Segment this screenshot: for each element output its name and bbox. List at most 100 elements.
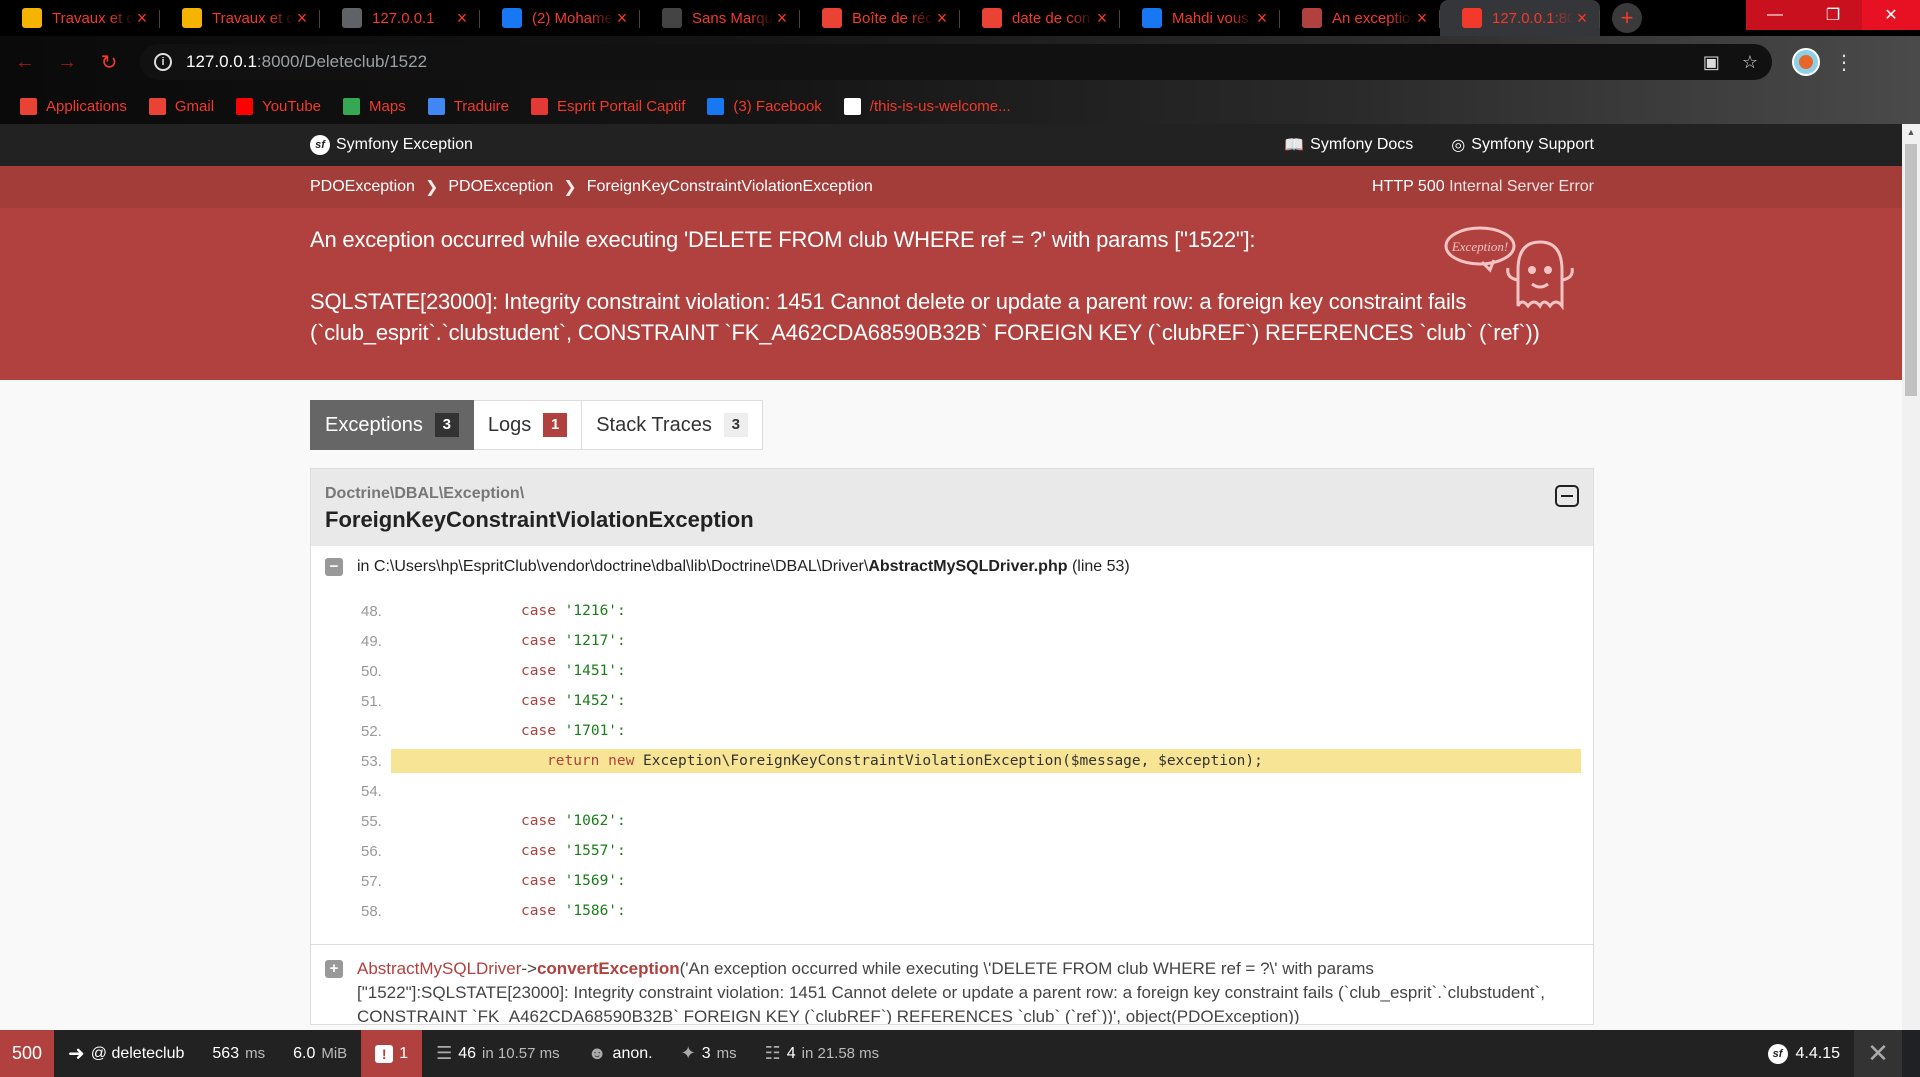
browser-menu-icon[interactable]: ⋮ (1834, 50, 1854, 75)
browser-tab[interactable]: Mahdi vous…× (1120, 0, 1280, 36)
new-tab-button[interactable]: + (1612, 3, 1642, 33)
site-info-icon[interactable]: i (154, 53, 172, 71)
plus-square-icon[interactable]: + (325, 960, 343, 978)
tab-logs[interactable]: Logs 1 (473, 400, 583, 450)
brand-title: Symfony Exception (336, 136, 473, 153)
exception-breadcrumb-row: PDOException ❯ PDOException ❯ ForeignKey… (0, 166, 1902, 208)
line-number: 57. (361, 872, 382, 890)
browser-tab[interactable]: Boîte de réc…× (800, 0, 960, 36)
close-tab-icon[interactable]: × (1414, 8, 1430, 29)
toolbar-twig[interactable]: ✦ 3 ms (667, 1030, 751, 1077)
browser-tab[interactable]: date de con…× (960, 0, 1120, 36)
minimize-button[interactable]: — (1746, 0, 1804, 30)
close-tab-icon[interactable]: × (614, 8, 630, 29)
errors-count: 1 (399, 1044, 409, 1062)
restore-button[interactable]: ❐ (1804, 0, 1862, 30)
trace-call-line[interactable]: + AbstractMySQLDriver->convertException(… (311, 944, 1593, 1024)
toolbar-version[interactable]: sf 4.4.15 (1767, 1043, 1854, 1064)
minus-square-icon[interactable]: − (325, 558, 343, 576)
code-keyword: case (521, 903, 556, 919)
bookmark-item[interactable]: /this-is-us-welcome... (843, 97, 1011, 115)
close-tab-icon[interactable]: × (454, 8, 470, 29)
reload-icon[interactable]: ↻ (92, 45, 126, 79)
trace-file-line-number: (line 53) (1071, 558, 1130, 575)
browser-tab[interactable]: An exception…× (1280, 0, 1440, 36)
bookmark-item[interactable]: Maps (343, 97, 406, 115)
close-window-button[interactable]: ✕ (1862, 0, 1920, 30)
tab-exceptions[interactable]: Exceptions 3 (310, 400, 474, 450)
browser-tab[interactable]: Travaux et d…× (160, 0, 320, 36)
close-tab-icon[interactable]: × (294, 8, 310, 29)
tab-count-badge: 3 (434, 413, 459, 437)
bookmark-label: Gmail (174, 97, 215, 115)
browser-tab[interactable]: Sans Marqu…× (640, 0, 800, 36)
bookmark-item[interactable]: YouTube (236, 97, 321, 115)
browser-tab[interactable]: Travaux et d…× (0, 0, 160, 36)
tab-stack-traces[interactable]: Stack Traces 3 (582, 400, 763, 450)
toolbar-database[interactable]: ☷ 4 in 21.58 ms (751, 1030, 894, 1077)
url-host: 127.0.0.1 (186, 52, 257, 71)
trace-call-class: AbstractMySQLDriver (357, 959, 522, 978)
trace-header[interactable]: Doctrine\DBAL\Exception\ ForeignKeyConst… (311, 469, 1593, 546)
code-line: 56. case '1557': (361, 836, 1581, 866)
profile-avatar[interactable] (1792, 48, 1820, 76)
scroll-up-icon[interactable]: ▲ (1902, 124, 1920, 140)
toolbar-user[interactable]: ☻ anon. (574, 1030, 667, 1077)
scrollbar-thumb[interactable] (1905, 144, 1917, 396)
symfony-docs-link[interactable]: 📖 Symfony Docs (1284, 135, 1413, 155)
collapse-icon[interactable] (1555, 485, 1579, 507)
toolbar-route[interactable]: ➜ @ deleteclub (54, 1030, 198, 1077)
bookmark-item[interactable]: Gmail (148, 97, 215, 115)
symfony-support-link[interactable]: ◎ Symfony Support (1451, 135, 1594, 155)
line-number: 53. (361, 752, 382, 770)
exception-message: An exception occurred while executing 'D… (310, 224, 1594, 348)
breadcrumb-item[interactable]: PDOException (448, 178, 553, 196)
toolbar-errors[interactable]: ! 1 (361, 1030, 423, 1077)
close-tab-icon[interactable]: × (1574, 8, 1590, 29)
toolbar-memory[interactable]: 6.0 MiB (279, 1030, 361, 1077)
status-code-badge[interactable]: 500 (0, 1030, 54, 1077)
code-source: case '1569': (391, 873, 1581, 889)
twig-icon: ✦ (680, 1043, 696, 1063)
gmail-icon (982, 8, 1002, 28)
breadcrumb-item[interactable]: PDOException (310, 178, 415, 196)
back-arrow-icon[interactable]: ← (8, 45, 42, 79)
translate-icon[interactable]: ▣ (1703, 52, 1720, 73)
bookmark-item[interactable]: (3) Facebook (707, 97, 822, 115)
bookmark-item[interactable]: Traduire (427, 97, 509, 115)
close-tab-icon[interactable]: × (1254, 8, 1270, 29)
close-tab-icon[interactable]: × (1094, 8, 1110, 29)
code-keyword: case (521, 603, 556, 619)
close-tab-icon[interactable]: × (774, 8, 790, 29)
browser-tab[interactable]: 127.0.0.1 × (320, 0, 480, 36)
code-source: case '1062': (391, 813, 1581, 829)
tab-count-badge: 3 (723, 413, 748, 437)
code-line: 55. case '1062': (361, 806, 1581, 836)
toolbar-time[interactable]: 563 ms (198, 1030, 279, 1077)
tab-title: 127.0.0.1 (372, 9, 435, 27)
close-tab-icon[interactable]: × (934, 8, 950, 29)
address-bar[interactable]: i 127.0.0.1:8000/Deleteclub/1522 ▣ ☆ (140, 44, 1772, 80)
bookmarks-bar: Applications Gmail YouTube Maps Traduire Espr… (0, 88, 1920, 124)
trace-file-line[interactable]: − in C:\Users\hp\EspritClub\vendor\doctr… (311, 546, 1593, 588)
code-line: 50. case '1451': (361, 656, 1581, 686)
globe-icon (342, 8, 362, 28)
time-unit: ms (245, 1045, 266, 1062)
close-toolbar-icon[interactable]: ✕ (1854, 1030, 1902, 1077)
code-keyword: case (521, 663, 556, 679)
tab-title: Travaux et d… (212, 9, 294, 27)
browser-tab[interactable]: 127.0.0.1:80…× (1440, 0, 1600, 36)
memory-unit: MiB (321, 1045, 348, 1062)
cache-sub: in 10.57 ms (482, 1045, 560, 1062)
breadcrumb-item[interactable]: ForeignKeyConstraintViolationException (587, 178, 873, 196)
page-scrollbar[interactable]: ▲ (1902, 124, 1920, 1030)
forward-arrow-icon[interactable]: → (50, 45, 84, 79)
user-icon: ☻ (587, 1043, 607, 1063)
bookmark-item[interactable]: Applications (20, 97, 127, 115)
star-icon[interactable]: ☆ (1742, 52, 1758, 73)
database-icon: ☷ (764, 1043, 781, 1063)
close-tab-icon[interactable]: × (134, 8, 150, 29)
toolbar-cache[interactable]: ☰ 46 in 10.57 ms (422, 1030, 573, 1077)
browser-tab[interactable]: (2) Mohame…× (480, 0, 640, 36)
bookmark-item[interactable]: Esprit Portail Captif (531, 97, 685, 115)
